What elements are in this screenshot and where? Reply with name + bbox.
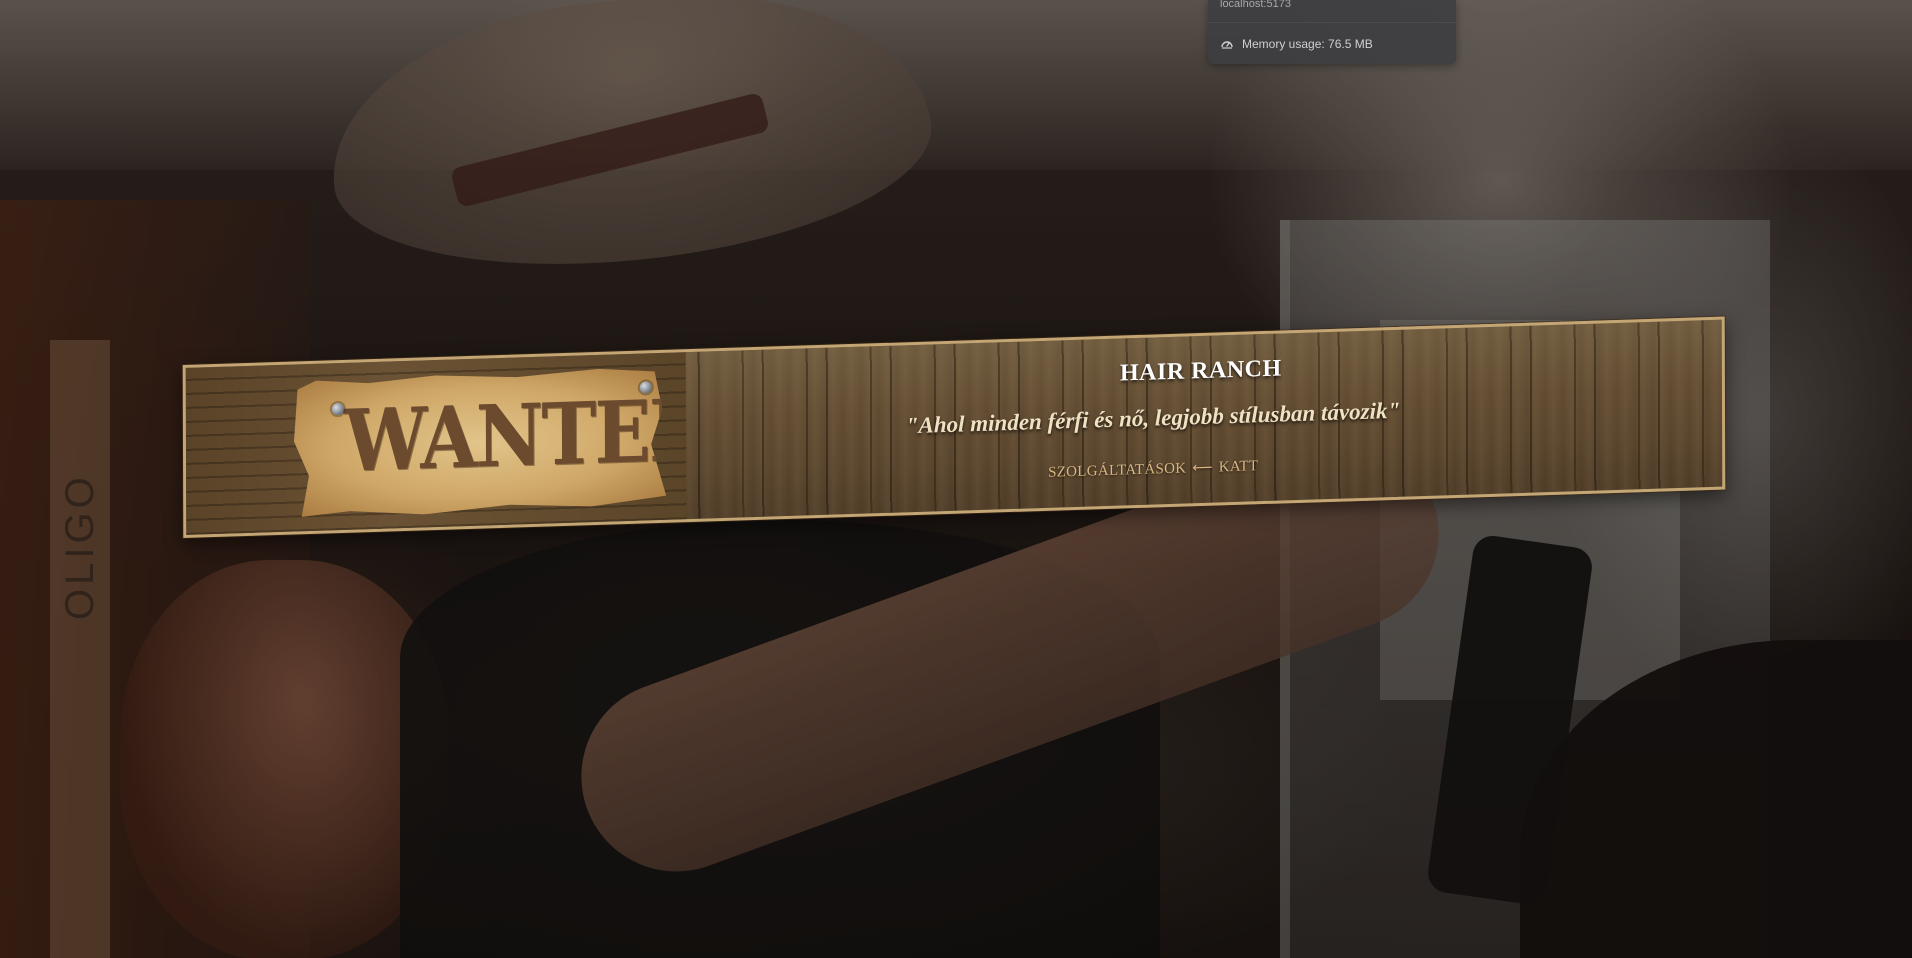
- page: OLIGO localhost:5173 Memory usage: 76.5 …: [0, 0, 1912, 958]
- panel-divider: [1208, 22, 1456, 23]
- arrow-left-icon: ⟵: [1192, 459, 1213, 477]
- host-label: localhost:5173: [1220, 0, 1291, 10]
- wanted-poster: WANTED: [294, 367, 666, 519]
- services-link-label: SZOLGÁLTATÁSOK: [1048, 460, 1187, 481]
- site-title: HAIR RANCH: [1119, 355, 1282, 387]
- memory-row: Memory usage: 76.5 MB: [1220, 37, 1373, 51]
- services-link-action: KATT: [1218, 458, 1259, 476]
- memory-usage-text: Memory usage: 76.5 MB: [1242, 37, 1373, 51]
- wanted-poster-text: WANTED: [343, 380, 712, 492]
- gauge-icon: [1220, 37, 1234, 51]
- services-link[interactable]: SZOLGÁLTATÁSOK ⟵ KATT: [698, 447, 1608, 493]
- memory-usage-panel: localhost:5173 Memory usage: 76.5 MB: [1208, 0, 1456, 64]
- site-tagline: "Ahol minden férfi és nő, legjobb stílus…: [905, 397, 1401, 439]
